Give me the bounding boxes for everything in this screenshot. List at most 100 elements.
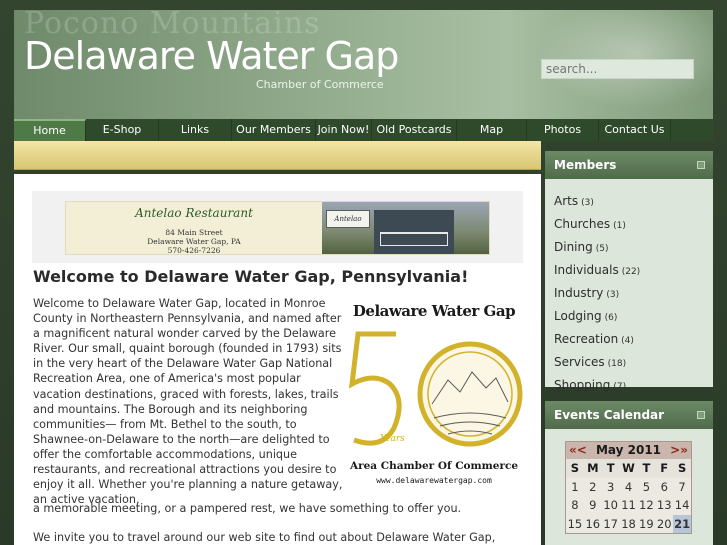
calendar-day-today[interactable]: 21: [673, 514, 692, 533]
photo-porch: [380, 232, 448, 246]
events-panel-header: Events Calendar: [545, 401, 713, 429]
weekday-label: T: [601, 459, 620, 478]
calendar-day[interactable]: 7: [673, 478, 691, 497]
nav-item-our-members[interactable]: Our Members: [232, 119, 316, 141]
members-list: Arts (3) Churches (1) Dining (5) Individual…: [545, 179, 713, 398]
nav-item-links[interactable]: Links: [159, 119, 232, 141]
member-category-industry[interactable]: Industry (3): [554, 283, 713, 306]
weekday-label: F: [655, 459, 674, 478]
ad-restaurant-photo: Antelao: [322, 202, 489, 254]
collapse-icon[interactable]: [697, 161, 705, 169]
member-category-count: (3): [606, 290, 620, 300]
calendar-day[interactable]: 2: [584, 478, 602, 497]
logo-years: Years: [380, 434, 405, 444]
events-panel-title: Events Calendar: [554, 408, 665, 422]
nav-item-photos[interactable]: Photos: [527, 119, 599, 141]
restaurant-ad-banner[interactable]: Antelao Restaurant 84 Main Street Delawa…: [65, 201, 490, 255]
member-category-lodging[interactable]: Lodging (6): [554, 306, 713, 329]
member-category-count: (22): [621, 267, 641, 277]
member-category-recreation[interactable]: Recreation (4): [554, 329, 713, 352]
calendar-day[interactable]: 16: [584, 515, 602, 534]
nav-item-map[interactable]: Map: [457, 119, 527, 141]
prev-year-button[interactable]: «: [569, 443, 577, 457]
member-category-individuals[interactable]: Individuals (22): [554, 260, 713, 283]
site-title[interactable]: Delaware Water Gap: [24, 34, 399, 78]
nav-item-old-postcards[interactable]: Old Postcards: [372, 119, 457, 141]
calendar-day[interactable]: 19: [637, 515, 655, 534]
nav-item-eshop[interactable]: E-Shop: [86, 119, 159, 141]
calendar-day[interactable]: 10: [602, 496, 620, 515]
collapse-icon[interactable]: [697, 411, 705, 419]
calendar-day[interactable]: 8: [566, 496, 584, 515]
calendar-day[interactable]: 9: [584, 496, 602, 515]
member-category-shopping[interactable]: Shopping (7): [554, 375, 713, 398]
calendar-week-row: 15 16 17 18 19 20 21: [566, 514, 692, 534]
logo-url: www.delawarewatergap.com: [376, 476, 492, 485]
calendar-weekday-row: S M T W T F S: [566, 459, 692, 478]
member-category-count: (7): [613, 382, 627, 392]
intro-paragraph: Welcome to Delaware Water Gap, located i…: [33, 297, 343, 507]
ad-address-line2: Delaware Water Gap, PA: [147, 237, 241, 246]
calendar-week-row: 1 2 3 4 5 6 7: [566, 477, 691, 497]
next-month-button[interactable]: >: [670, 443, 680, 457]
logo-fifty-number: 50: [402, 447, 417, 461]
page: Pocono Mountains Delaware Water Gap Cham…: [0, 0, 727, 545]
member-category-services[interactable]: Services (18): [554, 352, 713, 375]
member-category-count: (4): [621, 336, 634, 346]
next-year-button[interactable]: »: [680, 443, 688, 457]
calendar-day[interactable]: 14: [673, 496, 691, 515]
member-category-churches[interactable]: Churches (1): [554, 214, 713, 237]
calendar-day[interactable]: 4: [620, 478, 638, 497]
events-calendar-panel: Events Calendar «< May 2011 >» S M T W T…: [545, 401, 713, 545]
weekday-label: T: [637, 459, 656, 478]
intro-last-line: a memorable meeting, or a pampered rest,…: [33, 502, 462, 515]
main-content: Antelao Restaurant 84 Main Street Delawa…: [14, 174, 541, 545]
member-category-label: Individuals: [554, 263, 619, 277]
member-category-label: Churches: [554, 217, 611, 231]
nav-item-contact-us[interactable]: Contact Us: [599, 119, 671, 141]
calendar-month-label: May 2011: [595, 443, 662, 457]
member-category-label: Arts: [554, 194, 579, 208]
invite-paragraph: We invite you to travel around our web s…: [33, 531, 496, 544]
member-category-label: Shopping: [554, 378, 611, 392]
calendar-day[interactable]: 5: [637, 478, 655, 497]
member-category-label: Industry: [554, 286, 604, 300]
members-panel-header: Members: [545, 151, 713, 179]
logo-bottom-text: Area Chamber Of Commerce: [349, 460, 519, 472]
ad-address-line1: 84 Main Street: [165, 228, 223, 237]
calendar-header: «< May 2011 >»: [566, 442, 691, 459]
calendar-day[interactable]: 18: [620, 515, 638, 534]
prev-month-button[interactable]: <: [577, 443, 587, 457]
calendar-day[interactable]: 6: [655, 478, 673, 497]
nav-item-home[interactable]: Home: [14, 119, 86, 141]
member-category-arts[interactable]: Arts (3): [554, 191, 713, 214]
member-category-dining[interactable]: Dining (5): [554, 237, 713, 260]
calendar-day[interactable]: 13: [655, 496, 673, 515]
ad-restaurant-name: Antelao Restaurant: [135, 206, 253, 220]
breadcrumb-bar: [14, 141, 541, 170]
calendar-day[interactable]: 3: [602, 478, 620, 497]
calendar-day[interactable]: 20: [655, 515, 673, 534]
member-category-count: (3): [581, 198, 594, 208]
ad-phone: 570-426-7226: [167, 246, 221, 255]
member-category-label: Lodging: [554, 309, 602, 323]
logo-fifty-graphic: 50: [348, 331, 523, 461]
photo-sign: Antelao: [326, 210, 370, 228]
calendar-day[interactable]: 15: [566, 515, 584, 534]
site-subtitle: Chamber of Commerce: [256, 78, 384, 91]
main-nav: Home E-Shop Links Our Members Join Now! …: [14, 119, 713, 141]
calendar-day[interactable]: 17: [602, 515, 620, 534]
members-panel-title: Members: [554, 158, 617, 172]
member-category-count: (5): [595, 244, 609, 254]
calendar-day[interactable]: 11: [620, 496, 638, 515]
weekday-label: S: [566, 459, 584, 478]
page-title: Welcome to Delaware Water Gap, Pennsylva…: [33, 267, 469, 286]
calendar-day[interactable]: 1: [566, 478, 584, 497]
fifty-years-logo: Delaware Water Gap 50 Years Area Chamber…: [344, 302, 524, 488]
member-category-count: (18): [607, 359, 627, 369]
weekday-label: M: [583, 459, 602, 478]
member-category-label: Services: [554, 355, 605, 369]
calendar-day[interactable]: 12: [637, 496, 655, 515]
search-input[interactable]: [541, 59, 694, 79]
nav-item-join-now[interactable]: Join Now!: [316, 119, 372, 141]
